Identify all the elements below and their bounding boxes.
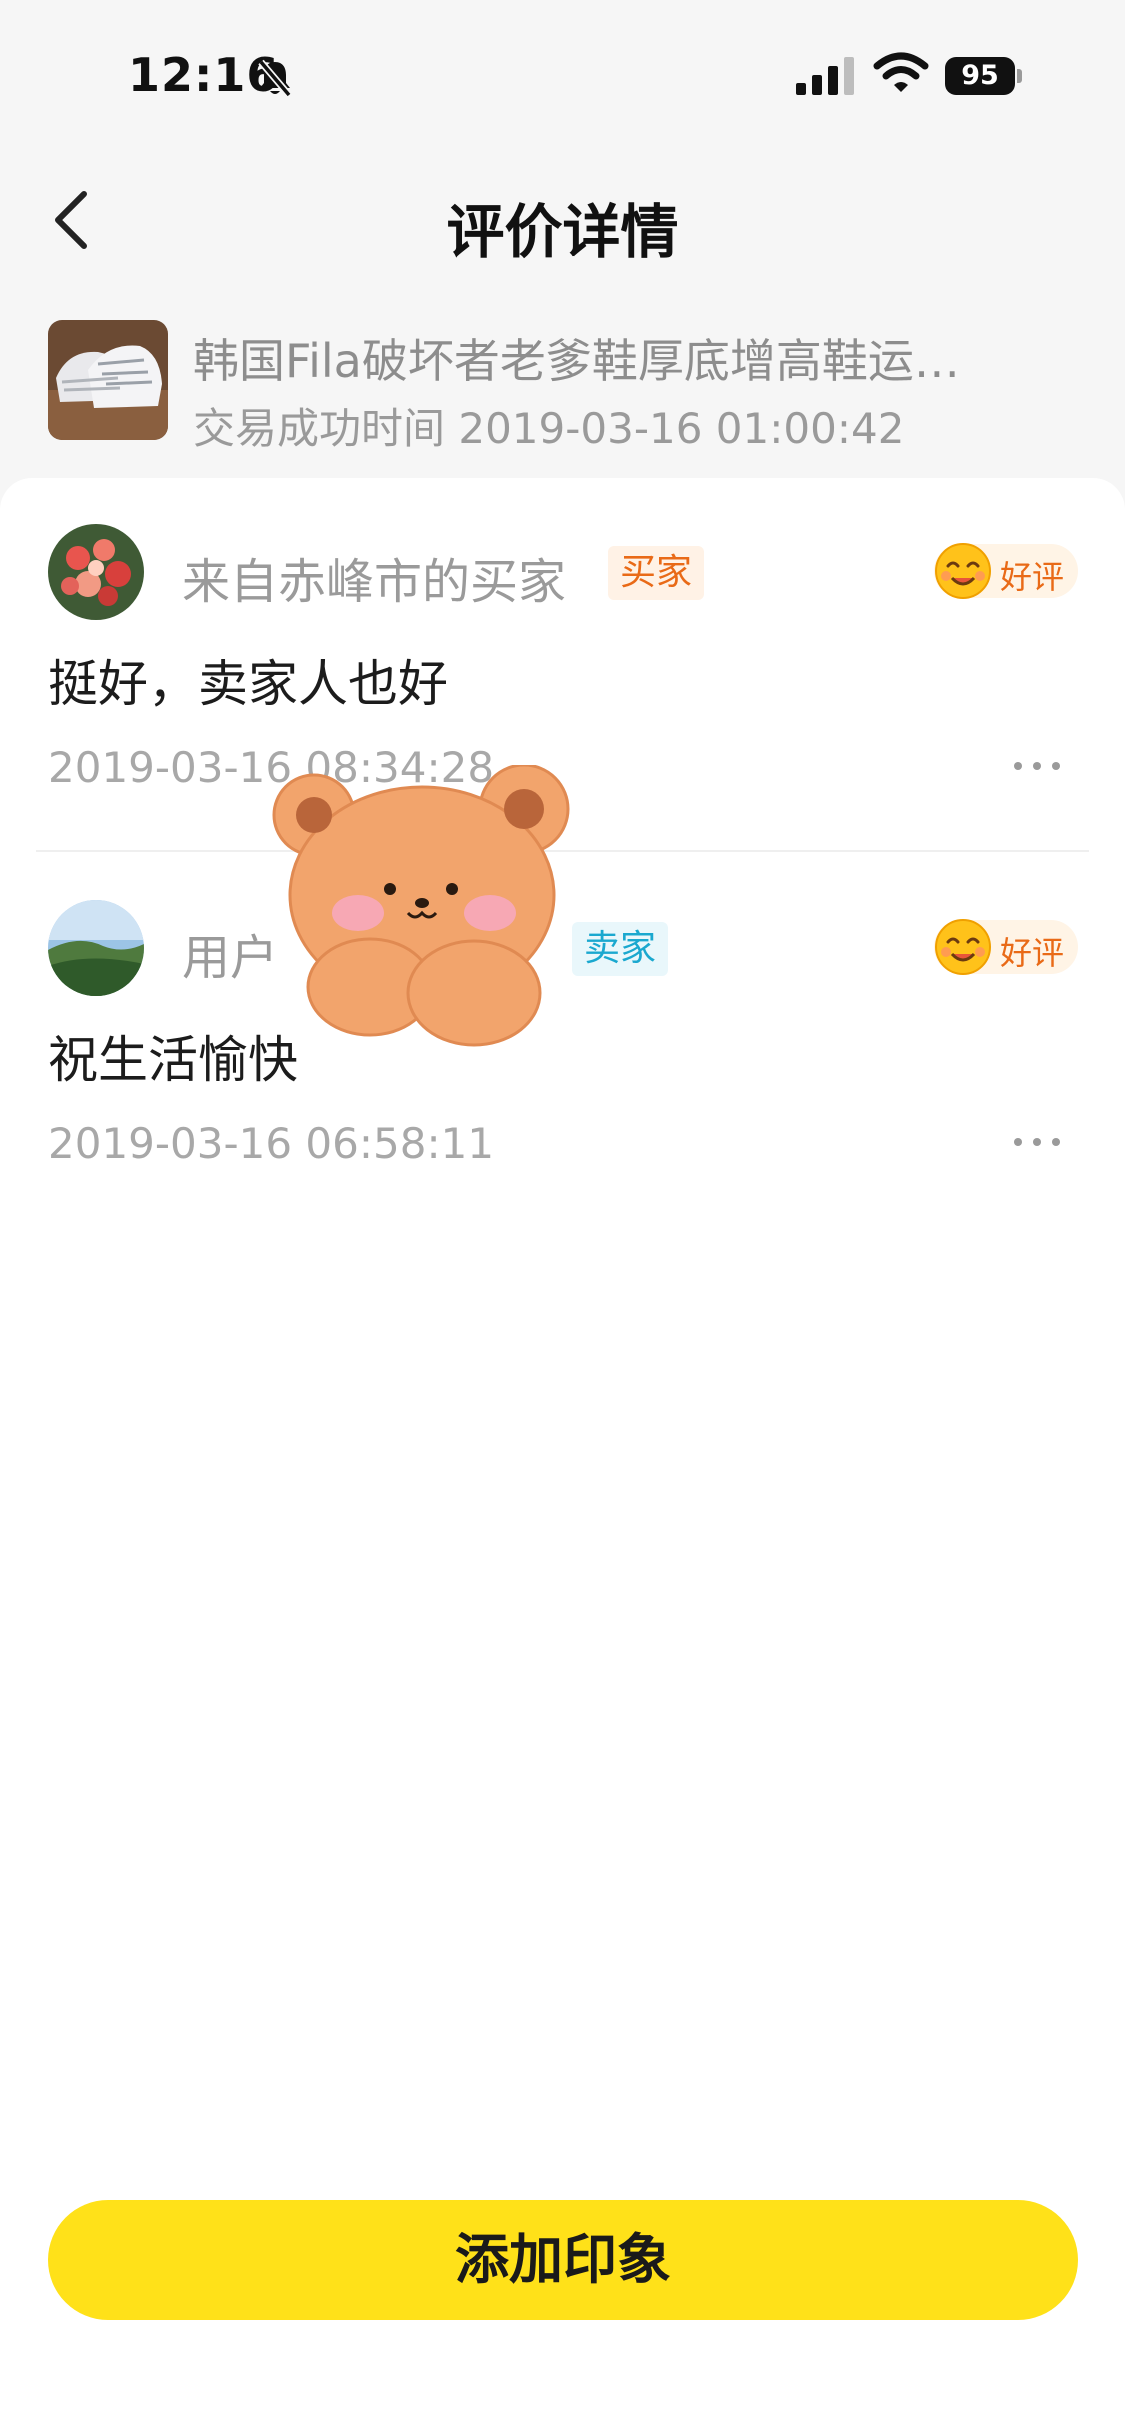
smile-emoji-icon <box>935 919 991 975</box>
avatar[interactable] <box>48 900 144 996</box>
page-title: 评价详情 <box>446 198 679 266</box>
avatar[interactable] <box>48 524 144 620</box>
battery-icon: 95 <box>945 57 1023 95</box>
add-impression-button[interactable]: 添加印象 <box>48 2200 1078 2320</box>
rating-label: 好评 <box>1000 934 1065 972</box>
status-bar: 12:16 95 <box>0 0 1125 150</box>
more-dots-icon[interactable] <box>1012 1130 1062 1154</box>
product-name[interactable]: 韩国Fila破坏者老爹鞋厚底增高鞋运… <box>193 325 1083 391</box>
role-badge-seller: 卖家 <box>572 922 669 976</box>
smile-emoji-icon <box>935 543 991 599</box>
product-summary[interactable]: 韩国Fila破坏者老爹鞋厚底增高鞋运… 交易成功时间 2019-03-16 01… <box>48 320 1078 453</box>
product-thumbnail[interactable] <box>48 320 168 440</box>
more-dots-icon[interactable] <box>1012 754 1062 778</box>
deal-time: 交易成功时间 2019-03-16 01:00:42 <box>193 404 905 453</box>
wifi-icon <box>873 52 929 92</box>
rating-badge: 好评 <box>934 543 1078 599</box>
bear-sticker <box>272 765 570 1047</box>
user-name[interactable]: 来自赤峰市的买家 <box>182 542 566 612</box>
battery-level: 95 <box>945 57 1015 95</box>
review-comment: 祝生活愉快 <box>48 1031 298 1089</box>
battery-cap <box>1017 69 1022 83</box>
rating-badge: 好评 <box>934 919 1078 975</box>
review-comment: 挺好，卖家人也好 <box>48 655 448 713</box>
role-badge-buyer: 买家 <box>608 546 705 600</box>
signal-icon <box>796 57 854 95</box>
bell-slash-icon <box>258 59 292 98</box>
review-time: 2019-03-16 06:58:11 <box>48 1119 495 1168</box>
rating-label: 好评 <box>1000 558 1065 596</box>
